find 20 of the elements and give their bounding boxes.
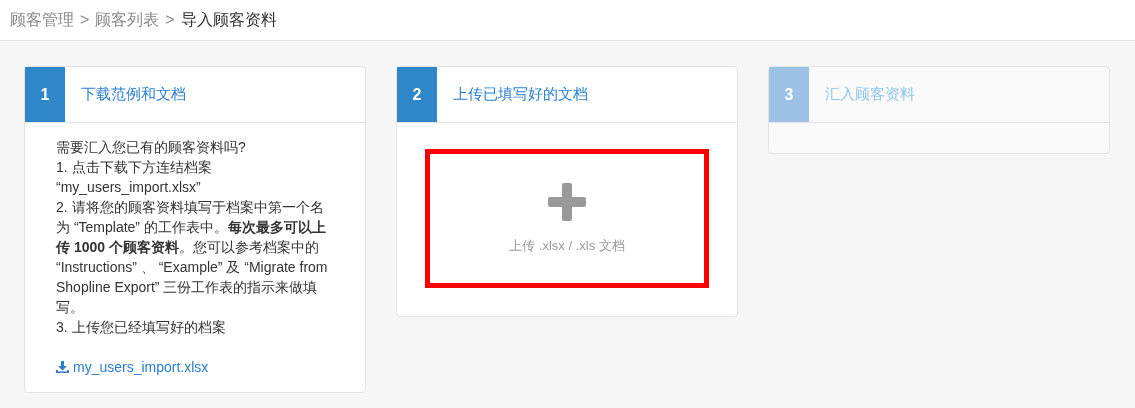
instruction-text: 2. 请将您的顾客资料填写于档案中第一个名为 “Template” 的工作表中。每次最多可以上传 1000 个顾客资料。您可以参考档案中的 “Instructions” 、 “Example” 及 “Migrate from Shopline Export” 三份工作表的指示来做填写。 bbox=[56, 198, 329, 317]
instruction-text: 3. 上传您已经填写好的档案 bbox=[56, 318, 227, 337]
breadcrumb-separator: > bbox=[165, 10, 175, 30]
upload-label: 上传 .xlsx / .xls 文档 bbox=[509, 236, 625, 255]
instruction-text: 1. 点击下载下方连结档案 “my_users_import.xlsx” bbox=[56, 158, 213, 197]
instruction-text: 需要汇入您已有的顾客资料吗? bbox=[56, 138, 247, 157]
upload-dropzone[interactable]: 上传 .xlsx / .xls 文档 bbox=[425, 149, 709, 288]
plus-icon bbox=[547, 181, 587, 222]
step-title: 汇入顾客资料 bbox=[824, 84, 915, 105]
breadcrumb-item[interactable]: 顾客管理 bbox=[10, 8, 74, 32]
step-title: 下载范例和文档 bbox=[80, 84, 186, 105]
step-number: 2 bbox=[397, 67, 437, 122]
breadcrumb-separator: > bbox=[80, 10, 90, 30]
breadcrumb-item: 导入顾客资料 bbox=[180, 10, 277, 30]
download-link[interactable]: my_users_import.xlsx bbox=[56, 357, 209, 377]
breadcrumb-item[interactable]: 顾客列表 bbox=[95, 8, 160, 32]
step-title: 上传已填写好的文档 bbox=[452, 84, 588, 105]
step-number: 1 bbox=[25, 67, 65, 122]
download-icon bbox=[56, 361, 69, 373]
step-number: 3 bbox=[769, 67, 809, 122]
